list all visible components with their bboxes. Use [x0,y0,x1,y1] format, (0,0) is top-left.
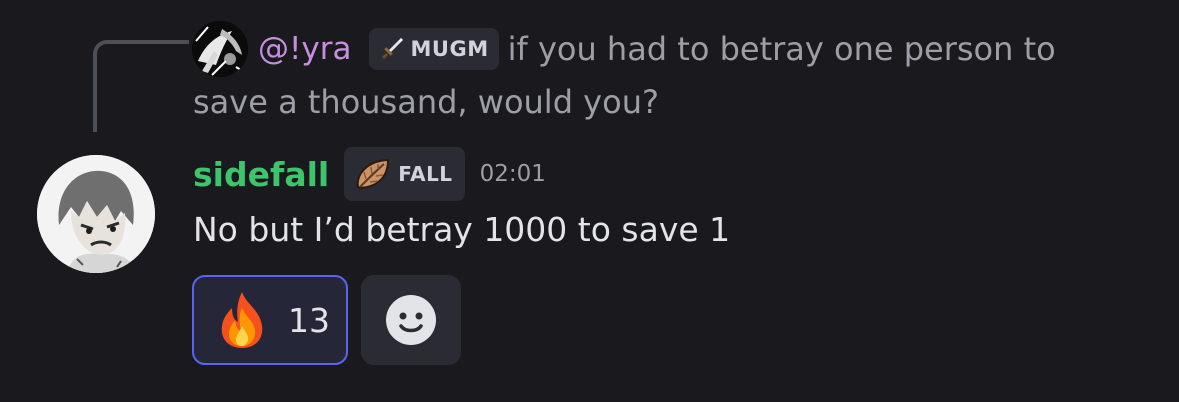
leaf-icon [357,158,390,190]
smiley-icon [386,295,436,345]
reply-author-avatar[interactable] [192,21,248,77]
author-username[interactable]: sidefall [193,155,329,194]
reaction-fire-button[interactable]: 13 [192,275,348,365]
reply-author-guild-tag[interactable]: MUGM [368,28,499,70]
reaction-count: 13 [288,300,330,340]
sword-icon [381,38,403,59]
reply-tag-label: MUGM [410,37,489,61]
reply-author-name[interactable]: @!yra [258,31,352,67]
avatar-image [37,155,155,273]
author-guild-tag[interactable]: FALL [344,147,465,201]
message-header: sidefall FALL 02:01 [193,146,546,202]
avatar-image [192,21,248,77]
reply-text-line-1: if you had to betray one person to [507,30,1056,68]
reply-text-line-2: save a thousand, would you? [193,83,659,121]
reply-preview[interactable]: @!yra MUGM if you had to betray one pers… [258,24,1056,74]
fire-icon [221,292,263,348]
message-timestamp[interactable]: 02:01 [480,161,546,187]
reply-connector-line [93,40,189,132]
add-reaction-button[interactable] [361,275,461,365]
author-avatar[interactable] [37,155,155,273]
message-content: No but I’d betray 1000 to save 1 [193,210,731,249]
author-tag-label: FALL [398,162,453,186]
